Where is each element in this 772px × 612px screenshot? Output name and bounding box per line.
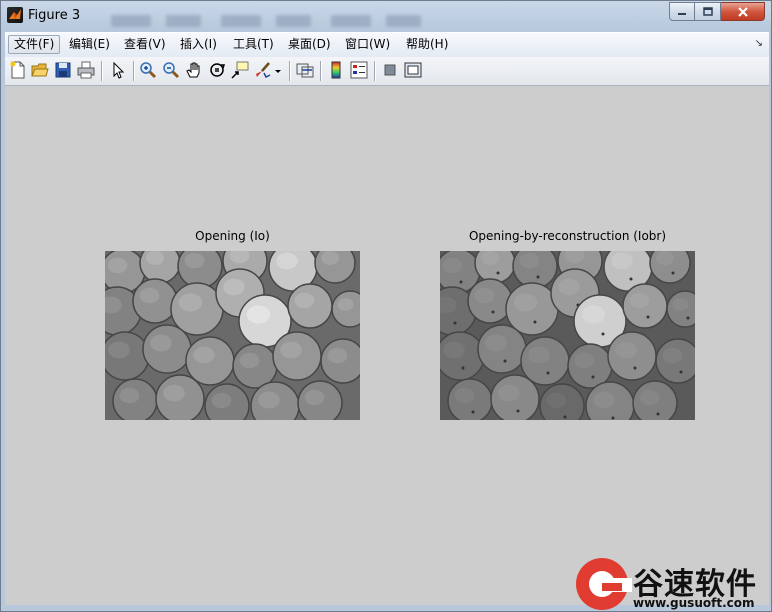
insert-colorbar-icon[interactable] xyxy=(327,61,345,79)
brush-icon[interactable] xyxy=(254,61,272,79)
toolbar-separator xyxy=(133,61,134,81)
axes-title-opening: Opening (Io) xyxy=(195,229,270,243)
watermark-logo-icon xyxy=(576,558,632,610)
link-plot-icon[interactable] xyxy=(296,61,314,79)
maximize-icon xyxy=(702,6,713,16)
close-button[interactable] xyxy=(721,2,765,21)
zoom-out-icon[interactable] xyxy=(162,61,180,79)
toolbar-separator xyxy=(101,61,102,81)
title-bar[interactable]: Figure 3 xyxy=(1,1,771,31)
background-blur xyxy=(166,15,201,27)
menu-desktop[interactable]: 桌面(D) xyxy=(283,35,336,54)
watermark-url: www.gusuoft.com xyxy=(633,596,755,610)
data-cursor-icon[interactable] xyxy=(231,61,249,79)
axes-title-opening-by-reconstruction: Opening-by-reconstruction (Iobr) xyxy=(468,229,667,243)
opening-by-reconstruction-image-render xyxy=(440,251,695,420)
save-icon[interactable] xyxy=(54,61,72,79)
maximize-button[interactable] xyxy=(695,2,721,21)
toolbar-separator xyxy=(374,61,375,81)
hide-plot-tools-icon[interactable] xyxy=(381,61,399,79)
pan-hand-icon[interactable] xyxy=(185,61,203,79)
opening-image-render xyxy=(105,251,360,420)
background-blur xyxy=(386,15,421,27)
toolbar-separator xyxy=(289,61,290,81)
opening-by-reconstruction-image[interactable] xyxy=(440,251,695,420)
menubar-dock-arrow-icon[interactable]: ↘ xyxy=(755,38,763,49)
menu-view[interactable]: 查看(V) xyxy=(119,35,171,54)
show-plot-tools-icon[interactable] xyxy=(404,61,422,79)
figure-toolbar xyxy=(5,57,769,86)
figure-window: Figure 3 文件(F) 编辑(E) 查看(V) 插入(I) 工具(T) 桌… xyxy=(0,0,772,612)
close-icon xyxy=(737,6,748,17)
menu-window[interactable]: 窗口(W) xyxy=(340,35,395,54)
open-file-icon[interactable] xyxy=(31,61,49,79)
menu-bar: 文件(F) 编辑(E) 查看(V) 插入(I) 工具(T) 桌面(D) 窗口(W… xyxy=(5,32,769,57)
print-icon[interactable] xyxy=(77,61,95,79)
insert-legend-icon[interactable] xyxy=(350,61,368,79)
menu-tools[interactable]: 工具(T) xyxy=(228,35,279,54)
background-blur xyxy=(276,15,311,27)
rotate-3d-icon[interactable] xyxy=(208,61,226,79)
minimize-icon xyxy=(678,12,686,15)
window-controls xyxy=(669,2,765,22)
zoom-in-icon[interactable] xyxy=(139,61,157,79)
menu-edit[interactable]: 编辑(E) xyxy=(64,35,115,54)
background-blur xyxy=(331,15,371,27)
figure-canvas[interactable]: Opening (Io) Opening-by-reconstruction (… xyxy=(5,86,769,605)
new-figure-icon[interactable] xyxy=(9,61,27,79)
window-title: Figure 3 xyxy=(28,8,81,23)
background-blur xyxy=(221,15,261,27)
menu-help[interactable]: 帮助(H) xyxy=(401,35,453,54)
opening-image[interactable] xyxy=(105,251,360,420)
watermark: 谷速软件 www.gusuoft.com xyxy=(573,556,772,612)
toolbar-separator xyxy=(320,61,321,81)
menu-file[interactable]: 文件(F) xyxy=(8,35,61,54)
matlab-logo-icon xyxy=(7,7,23,23)
brush-dropdown-icon[interactable] xyxy=(273,61,283,79)
background-blur xyxy=(111,15,151,27)
menu-insert[interactable]: 插入(I) xyxy=(175,35,222,54)
minimize-button[interactable] xyxy=(669,2,695,21)
edit-plot-arrow-icon[interactable] xyxy=(109,61,127,79)
